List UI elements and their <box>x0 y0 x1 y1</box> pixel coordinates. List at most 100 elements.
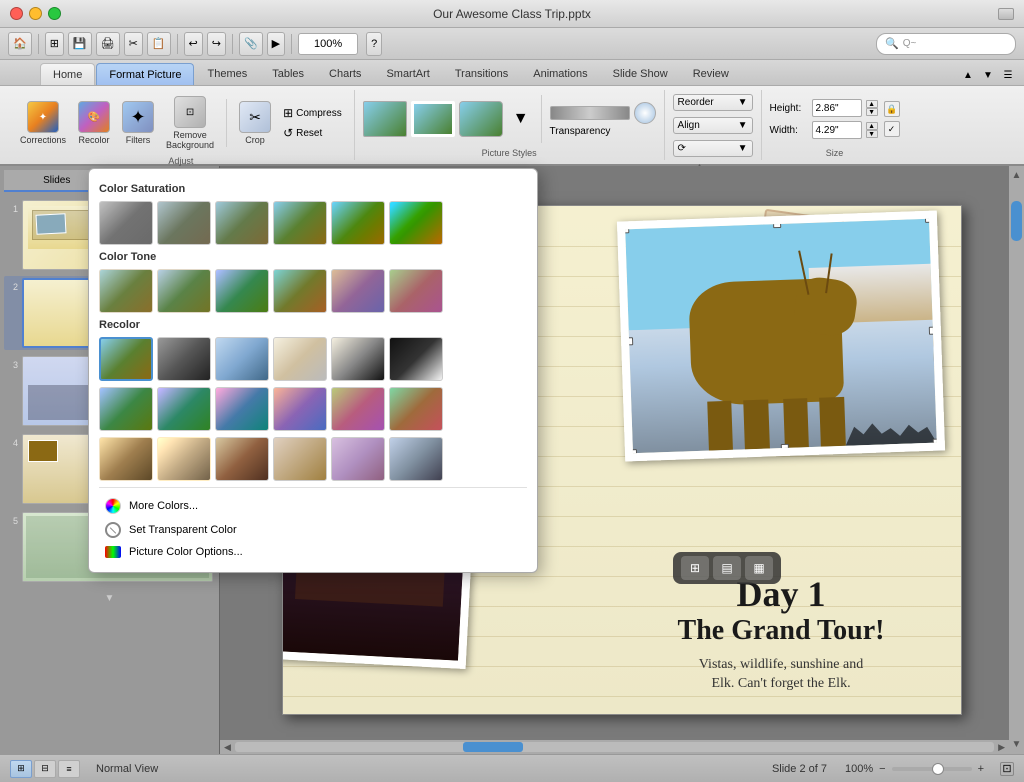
height-down[interactable]: ▼ <box>866 108 878 116</box>
rc-thumb-14[interactable] <box>157 437 211 481</box>
print-btn[interactable]: 🖨 <box>96 32 120 56</box>
home-tab-button[interactable]: 🏠 <box>8 32 32 56</box>
handle-bl[interactable] <box>629 449 637 457</box>
handle-mr[interactable] <box>929 327 937 335</box>
crop-button[interactable]: ✂ Crop <box>235 99 275 147</box>
rc-thumb-11[interactable] <box>331 387 385 431</box>
recolor-button[interactable]: 🎨 Recolor <box>74 99 114 147</box>
scroll-right-btn[interactable]: ▶ <box>998 742 1005 753</box>
rc-thumb-2[interactable] <box>157 337 211 381</box>
sat-thumb-2[interactable] <box>157 201 211 245</box>
rc-thumb-3[interactable] <box>215 337 269 381</box>
scroll-down[interactable]: ▼ <box>4 588 215 608</box>
rc-thumb-7[interactable] <box>99 387 153 431</box>
help-btn[interactable]: ? <box>366 32 382 56</box>
handle-br[interactable] <box>933 438 941 446</box>
notes-view-btn[interactable]: ≡ <box>58 760 80 778</box>
scroll-left-btn[interactable]: ◀ <box>224 742 231 753</box>
sat-thumb-5[interactable] <box>331 201 385 245</box>
tab-charts[interactable]: Charts <box>317 63 373 85</box>
rc-thumb-16[interactable] <box>273 437 327 481</box>
sat-thumb-6[interactable] <box>389 201 443 245</box>
cut-btn[interactable]: ✂ <box>124 32 143 56</box>
zoom-thumb[interactable] <box>932 763 944 775</box>
tone-thumb-1[interactable] <box>99 269 153 313</box>
compress-button[interactable]: ⊞ Compress <box>279 104 346 122</box>
zoom-box[interactable]: 100% <box>298 33 358 55</box>
ft-btn-1[interactable]: ⊞ <box>681 556 709 580</box>
grid-btn[interactable]: ⊞ <box>45 32 64 56</box>
sat-thumb-3[interactable] <box>215 201 269 245</box>
rc-thumb-18[interactable] <box>389 437 443 481</box>
tab-transitions[interactable]: Transitions <box>443 63 520 85</box>
tab-slideshow[interactable]: Slide Show <box>601 63 680 85</box>
tone-thumb-5[interactable] <box>331 269 385 313</box>
scroll-down-btn[interactable]: ▼ <box>1012 739 1022 750</box>
filters-button[interactable]: ✦ Filters <box>118 99 158 147</box>
ft-btn-2[interactable]: ▤ <box>713 556 741 580</box>
zoom-plus[interactable]: + <box>978 763 984 775</box>
reorder-dropdown[interactable]: Reorder ▼ <box>673 94 753 111</box>
corrections-button[interactable]: ✦ Corrections <box>16 99 70 147</box>
set-transparent-item[interactable]: Set Transparent Color <box>99 518 527 542</box>
rc-thumb-10[interactable] <box>273 387 327 431</box>
attach-btn[interactable]: 📎 <box>239 32 263 56</box>
fullscreen-btn[interactable]: ⊡ <box>1000 762 1014 776</box>
ft-btn-3[interactable]: ▦ <box>745 556 773 580</box>
elk-photo-frame[interactable] <box>617 210 945 461</box>
minimize-button[interactable] <box>29 7 42 20</box>
handle-tl[interactable] <box>621 225 629 233</box>
handle-tc[interactable] <box>773 220 781 228</box>
rc-thumb-4[interactable] <box>273 337 327 381</box>
tab-format-picture[interactable]: Format Picture <box>96 63 194 85</box>
ribbon-nav-down[interactable]: ▼ <box>980 67 996 83</box>
reset-button[interactable]: ↺ Reset <box>279 124 346 142</box>
picture-color-options-item[interactable]: Picture Color Options... <box>99 542 527 562</box>
sat-thumb-4[interactable] <box>273 201 327 245</box>
h-scrollbar-thumb[interactable] <box>463 742 523 752</box>
tab-themes[interactable]: Themes <box>195 63 259 85</box>
tone-thumb-4[interactable] <box>273 269 327 313</box>
close-button[interactable] <box>10 7 23 20</box>
handle-ml[interactable] <box>625 337 633 345</box>
zoom-slider[interactable] <box>892 767 972 771</box>
grid-view-btn[interactable]: ⊟ <box>34 760 56 778</box>
play-btn[interactable]: ▶ <box>267 32 285 56</box>
redo-btn[interactable]: ↪ <box>207 32 226 56</box>
handle-tr[interactable] <box>925 215 933 223</box>
scroll-up-btn[interactable]: ▲ <box>1012 170 1022 181</box>
more-colors-item[interactable]: More Colors... <box>99 494 527 518</box>
sat-thumb-1[interactable] <box>99 201 153 245</box>
height-input[interactable]: 2.86" <box>812 99 862 117</box>
scrollbar-thumb[interactable] <box>1011 201 1022 241</box>
width-up[interactable]: ▲ <box>866 122 878 130</box>
ribbon-nav-up[interactable]: ▲ <box>960 67 976 83</box>
tab-home[interactable]: Home <box>40 63 95 85</box>
tab-smartart[interactable]: SmartArt <box>374 63 441 85</box>
width-input[interactable]: 4.29" <box>812 121 862 139</box>
expand-button[interactable] <box>998 8 1014 20</box>
rc-thumb-6[interactable] <box>389 337 443 381</box>
tab-tables[interactable]: Tables <box>260 63 316 85</box>
tab-review[interactable]: Review <box>681 63 741 85</box>
height-up[interactable]: ▲ <box>866 100 878 108</box>
align-dropdown[interactable]: Align ▼ <box>673 117 753 134</box>
maximize-button[interactable] <box>48 7 61 20</box>
remove-bg-button[interactable]: ⊡ RemoveBackground <box>162 94 218 152</box>
save-btn[interactable]: 💾 <box>68 32 92 56</box>
tone-thumb-3[interactable] <box>215 269 269 313</box>
rc-thumb-13[interactable] <box>99 437 153 481</box>
rotate-dropdown[interactable]: ⟳ ▼ <box>673 140 753 157</box>
pic-style-2[interactable] <box>411 101 455 137</box>
handle-bc[interactable] <box>781 444 789 452</box>
unlock-icon[interactable]: ✓ <box>884 121 900 137</box>
lock-icon[interactable]: 🔒 <box>884 101 900 117</box>
rc-thumb-9[interactable] <box>215 387 269 431</box>
rc-thumb-15[interactable] <box>215 437 269 481</box>
rc-thumb-17[interactable] <box>331 437 385 481</box>
pic-style-1[interactable] <box>363 101 407 137</box>
search-box[interactable]: 🔍 Q~ <box>876 33 1016 55</box>
width-down[interactable]: ▼ <box>866 130 878 138</box>
style-circle-btn[interactable] <box>634 102 656 124</box>
tab-animations[interactable]: Animations <box>521 63 599 85</box>
